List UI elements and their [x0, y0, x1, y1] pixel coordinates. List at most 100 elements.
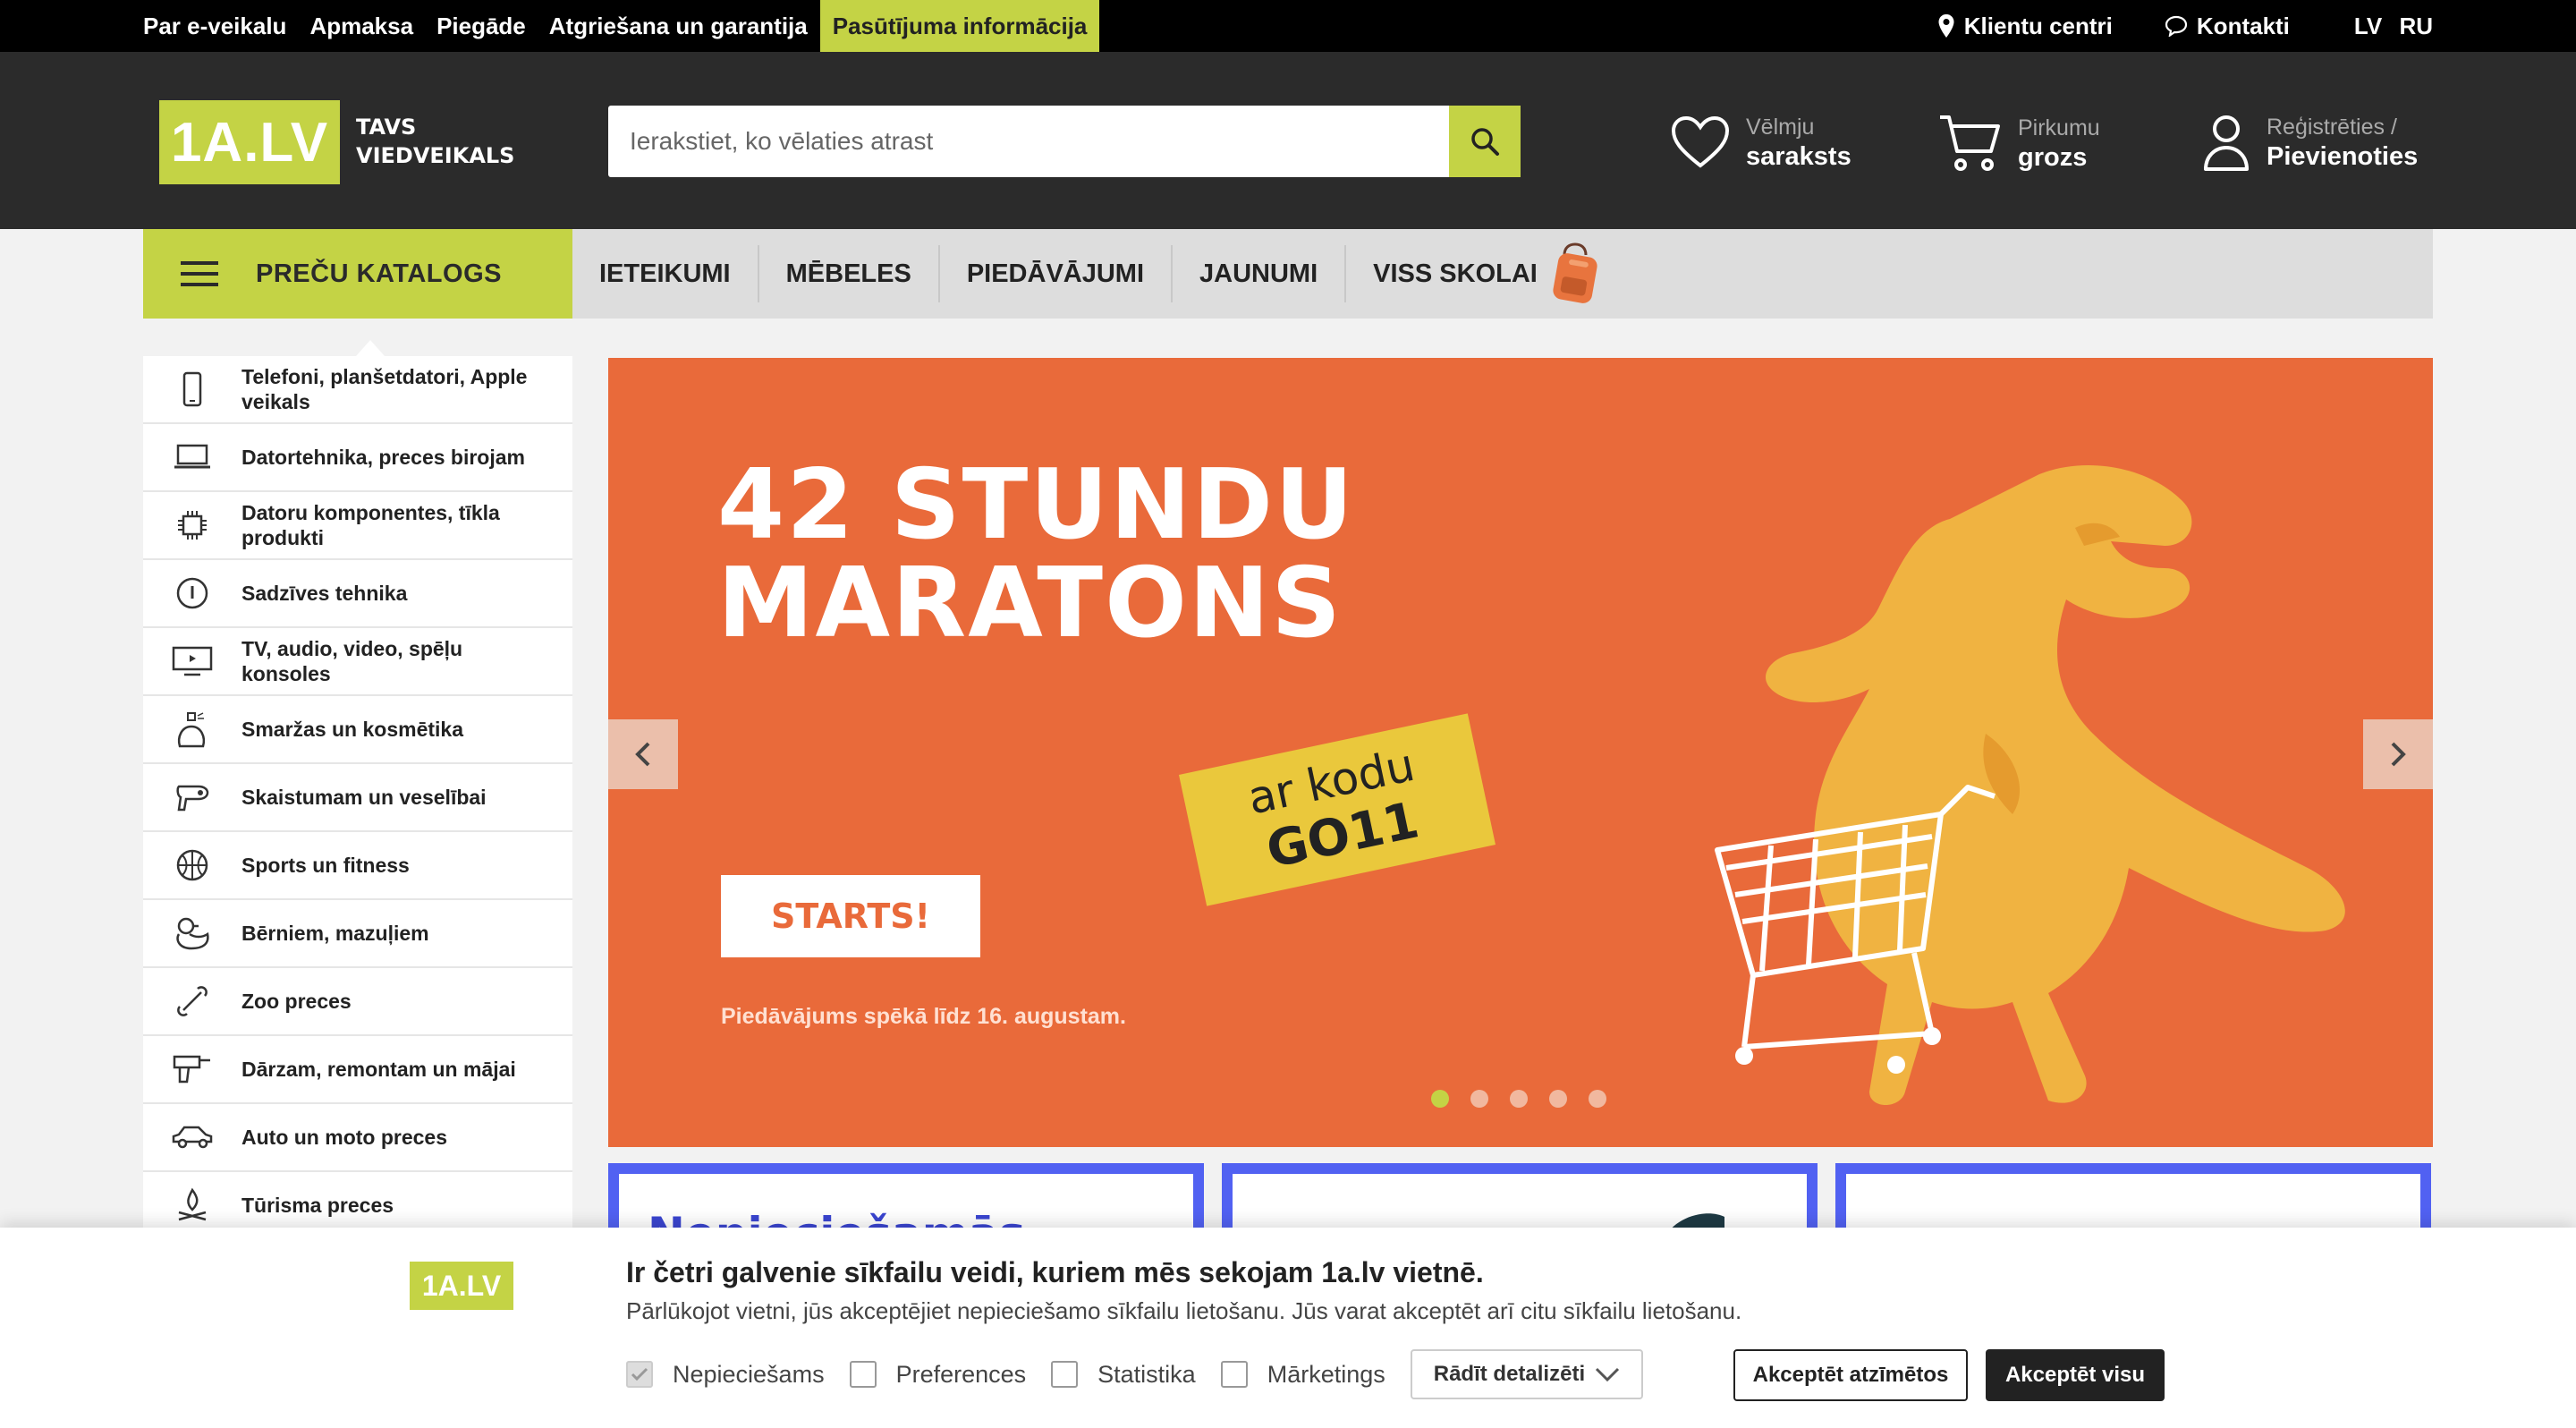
cookie-option-preferences[interactable]: Preferences — [849, 1360, 1027, 1389]
menu-caret — [356, 340, 385, 356]
search-icon — [1471, 128, 1499, 156]
link-payment[interactable]: Apmaksa — [309, 0, 413, 52]
banner-next-button[interactable] — [2363, 719, 2433, 789]
banner-title-line-1: 42 STUNDU — [717, 449, 1355, 561]
dinosaur-illustration — [1715, 465, 2345, 1105]
search-button[interactable] — [1449, 106, 1521, 177]
category-label: Sports un fitness — [242, 854, 410, 877]
appliance-icon — [143, 576, 242, 610]
marketing-checkbox[interactable] — [1220, 1361, 1248, 1388]
catalog-button[interactable]: PREČU KATALOGS — [143, 229, 572, 319]
lang-lv[interactable]: LV — [2354, 13, 2382, 39]
client-centers-link[interactable]: Klientu centri — [1937, 13, 2113, 40]
cookie-consent-banner: 1A.LV Ir četri galvenie sīkfailu veidi, … — [0, 1228, 2576, 1428]
category-item-auto[interactable]: Auto un moto preces — [143, 1104, 572, 1172]
category-item-appliances[interactable]: Sadzīves tehnika — [143, 560, 572, 628]
site-header: 1A.LV TAVS VIEDVEIKALS Vēlmju saraksts P… — [0, 52, 2576, 229]
banner-note: Piedāvājums spēkā līdz 16. augustam. — [721, 1004, 1126, 1029]
tagline-line-2: VIEDVEIKALS — [356, 143, 515, 168]
category-label: Smaržas un kosmētika — [242, 718, 464, 741]
category-item-phones[interactable]: Telefoni, planšetdatori, Apple veikals — [143, 356, 572, 424]
category-item-garden[interactable]: Dārzam, remontam un mājai — [143, 1036, 572, 1104]
wishlist-link[interactable]: Vēlmju saraksts — [1671, 113, 1852, 172]
show-details-dropdown[interactable]: Rādīt detalizēti — [1410, 1349, 1643, 1399]
nav-links: IETEIKUMI MĒBELES PIEDĀVĀJUMI JAUNUMI VI… — [572, 229, 1602, 319]
nav-furniture[interactable]: MĒBELES — [759, 245, 940, 302]
starts-button[interactable]: STARTS! — [721, 875, 980, 957]
tv-icon — [143, 645, 242, 677]
contacts-link[interactable]: Kontakti — [2165, 13, 2290, 40]
chevron-right-icon — [2391, 742, 2406, 767]
category-item-perfume[interactable]: Smaržas un kosmētika — [143, 696, 572, 764]
category-label: Telefoni, planšetdatori, Apple veikals — [242, 365, 528, 413]
nav-school[interactable]: VISS SKOLAI — [1346, 245, 1548, 302]
category-label: Skaistumam un veselībai — [242, 786, 487, 809]
cookie-option-marketing[interactable]: Mārketings — [1220, 1361, 1385, 1389]
bone-icon — [143, 983, 242, 1019]
statistics-label: Statistika — [1097, 1360, 1196, 1388]
phone-icon — [143, 371, 242, 407]
car-icon — [143, 1124, 242, 1151]
category-item-tv[interactable]: TV, audio, video, spēļu konsoles — [143, 628, 572, 696]
account-text: Reģistrēties / Pievienoties — [2267, 113, 2418, 172]
slide-dot[interactable] — [1510, 1090, 1528, 1108]
category-menu: Telefoni, planšetdatori, Apple veikals D… — [143, 356, 572, 1251]
top-utility-bar: Par e-veikalu Apmaksa Piegāde Atgriešana… — [0, 0, 2576, 52]
nav-offers[interactable]: PIEDĀVĀJUMI — [940, 245, 1174, 302]
category-label: TV, audio, video, spēļu konsoles — [242, 637, 463, 685]
cookie-options: Nepieciešams Preferences Statistika Mārk… — [626, 1349, 1643, 1399]
slide-dots — [1431, 1090, 1628, 1108]
preferences-label: Preferences — [895, 1360, 1027, 1388]
checkmark-icon — [631, 1367, 648, 1381]
link-returns[interactable]: Atgriešana un garantija — [549, 0, 808, 52]
category-item-computers[interactable]: Datortehnika, preces birojam — [143, 424, 572, 492]
backpack-icon — [1553, 242, 1597, 303]
category-item-beauty[interactable]: Skaistumam un veselībai — [143, 764, 572, 832]
category-item-zoo[interactable]: Zoo preces — [143, 968, 572, 1036]
tagline: TAVS VIEDVEIKALS — [356, 113, 514, 170]
category-label: Datoru komponentes, tīkla produkti — [242, 501, 500, 549]
tagline-line-1: TAVS — [356, 115, 417, 140]
nav-new[interactable]: JAUNUMI — [1173, 245, 1347, 302]
statistics-checkbox[interactable] — [1051, 1361, 1079, 1388]
link-delivery[interactable]: Piegāde — [436, 0, 526, 52]
user-icon — [2204, 115, 2249, 171]
chat-bubble-icon — [2165, 15, 2188, 37]
chip-icon — [143, 508, 242, 542]
category-label: Tūrisma preces — [242, 1194, 394, 1217]
category-item-components[interactable]: Datoru komponentes, tīkla produkti — [143, 492, 572, 560]
lang-ru[interactable]: RU — [2399, 13, 2433, 39]
site-logo[interactable]: 1A.LV — [159, 100, 340, 184]
link-about[interactable]: Par e-veikalu — [143, 0, 286, 52]
shopping-cart-icon — [1940, 115, 2000, 171]
hero-banner[interactable]: 42 STUNDU MARATONS ar kodu GO11 STARTS! … — [608, 358, 2433, 1147]
cart-link[interactable]: Pirkumu grozs — [1937, 113, 2100, 174]
slide-dot[interactable] — [1470, 1090, 1488, 1108]
cookie-title: Ir četri galvenie sīkfailu veidi, kuriem… — [626, 1256, 1484, 1288]
hairdryer-icon — [143, 781, 242, 813]
top-right: Klientu centri Kontakti LV RU — [1885, 0, 2433, 52]
preferences-checkbox[interactable] — [849, 1361, 877, 1388]
category-item-kids[interactable]: Bērniem, mazuļiem — [143, 900, 572, 968]
search-input[interactable] — [608, 106, 1447, 177]
cookie-option-statistics[interactable]: Statistika — [1051, 1361, 1196, 1389]
account-link[interactable]: Reģistrēties / Pievienoties — [2202, 113, 2418, 172]
top-links: Par e-veikalu Apmaksa Piegāde Atgriešana… — [143, 0, 1123, 52]
link-order-info[interactable]: Pasūtījuma informācija — [819, 0, 1100, 52]
category-item-sports[interactable]: Sports un fitness — [143, 832, 572, 900]
chevron-left-icon — [635, 742, 650, 767]
heart-icon — [1671, 115, 1730, 168]
banner-title-line-2: MARATONS — [717, 548, 1343, 659]
banner-prev-button[interactable] — [608, 719, 678, 789]
slide-dot[interactable] — [1431, 1090, 1449, 1108]
cookie-option-necessary: Nepieciešams — [626, 1361, 825, 1389]
promo-code-sticker: ar kodu GO11 — [1179, 713, 1496, 906]
duck-icon — [143, 916, 242, 950]
nav-recommendations[interactable]: IETEIKUMI — [572, 245, 759, 302]
slide-dot[interactable] — [1549, 1090, 1567, 1108]
cart-text: Pirkumu grozs — [2018, 114, 2100, 173]
accept-selected-button[interactable]: Akceptēt atzīmētos — [1733, 1349, 1968, 1401]
accept-all-button[interactable]: Akceptēt visu — [1986, 1349, 2165, 1401]
slide-dot[interactable] — [1589, 1090, 1606, 1108]
category-label: Datortehnika, preces birojam — [242, 446, 525, 469]
